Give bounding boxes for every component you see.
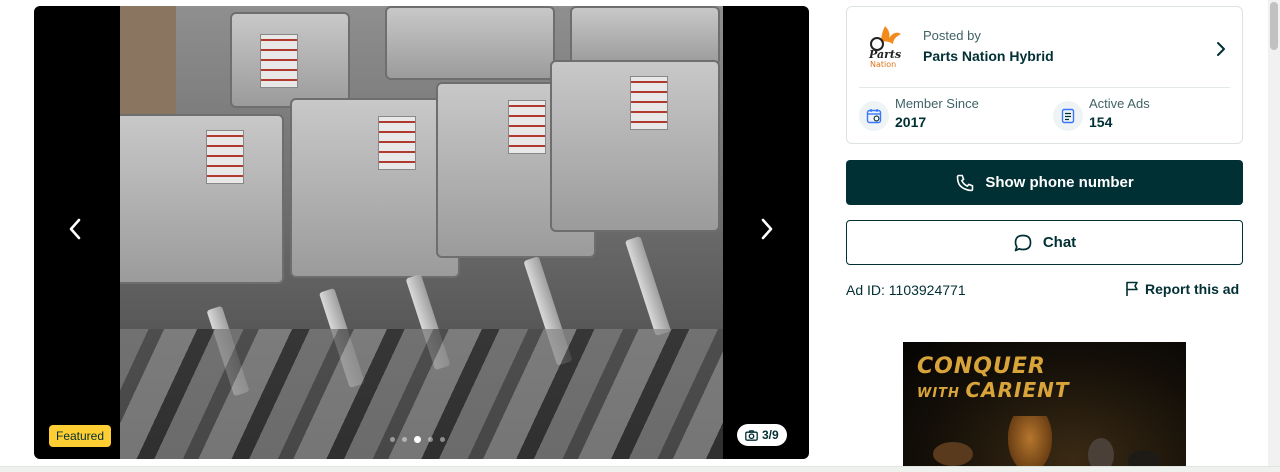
- banner-headline: CONQUER: [917, 354, 1046, 379]
- page-scrollbar[interactable]: [1268, 0, 1280, 472]
- bird-illustration: [933, 442, 973, 466]
- report-ad-link[interactable]: Report this ad: [1125, 281, 1239, 297]
- show-phone-label: Show phone number: [985, 174, 1134, 191]
- calendar-icon: [859, 101, 889, 131]
- banner-brand: CARIENT: [965, 378, 1070, 402]
- listing-photo: [120, 6, 723, 459]
- gallery-dot[interactable]: [390, 437, 395, 442]
- report-ad-label: Report this ad: [1145, 281, 1240, 297]
- image-counter[interactable]: 3/9: [737, 424, 787, 446]
- chat-bubble-icon: [1014, 234, 1032, 251]
- chevron-right-icon: [761, 218, 773, 240]
- gallery-prev-button[interactable]: [60, 214, 90, 244]
- active-ads-label: Active Ads: [1089, 96, 1150, 111]
- flag-icon: [1126, 281, 1138, 296]
- camera-icon: [745, 429, 758, 441]
- featured-badge: Featured: [49, 425, 112, 447]
- image-counter-text: 3/9: [762, 428, 779, 442]
- gallery-dot[interactable]: [402, 437, 407, 442]
- member-since-label: Member Since: [895, 96, 979, 111]
- gallery-next-button[interactable]: [752, 214, 782, 244]
- seller-divider: [859, 87, 1230, 88]
- member-since-value: 2017: [895, 114, 927, 130]
- bottom-edge: [0, 466, 1280, 472]
- chat-label: Chat: [1042, 234, 1077, 251]
- seller-logo: Parts Nation: [863, 22, 907, 72]
- chat-button[interactable]: Chat: [846, 220, 1243, 265]
- banner-subheadline: WITH CARIENT: [917, 378, 1070, 402]
- active-ads-value: 154: [1089, 114, 1113, 130]
- posted-by-label: Posted by: [923, 28, 981, 43]
- lion-illustration: [1008, 416, 1052, 472]
- ads-list-icon: [1053, 101, 1083, 131]
- ad-detail-page: Featured 3/9 Parts Nation Posted by Part…: [0, 0, 1280, 472]
- gallery-dot-active[interactable]: [414, 436, 421, 443]
- phone-icon: [957, 174, 974, 191]
- seller-card[interactable]: Parts Nation Posted by Parts Nation Hybr…: [846, 6, 1243, 144]
- gallery-dots: [390, 436, 445, 443]
- ad-id-text: Ad ID: 1103924771: [846, 282, 966, 298]
- logo-text-nation: Nation: [870, 60, 896, 69]
- chevron-right-icon[interactable]: [1216, 41, 1226, 62]
- image-gallery[interactable]: Featured 3/9: [34, 6, 809, 459]
- seller-name[interactable]: Parts Nation Hybrid: [923, 48, 1054, 64]
- scrollbar-thumb[interactable]: [1270, 2, 1278, 50]
- gallery-dot[interactable]: [428, 437, 433, 442]
- gallery-dot[interactable]: [440, 437, 445, 442]
- show-phone-button[interactable]: Show phone number: [846, 160, 1243, 205]
- banner-with: WITH: [917, 386, 966, 401]
- advertisement-banner[interactable]: CONQUER WITH CARIENT: [903, 342, 1186, 472]
- chevron-left-icon: [69, 218, 81, 240]
